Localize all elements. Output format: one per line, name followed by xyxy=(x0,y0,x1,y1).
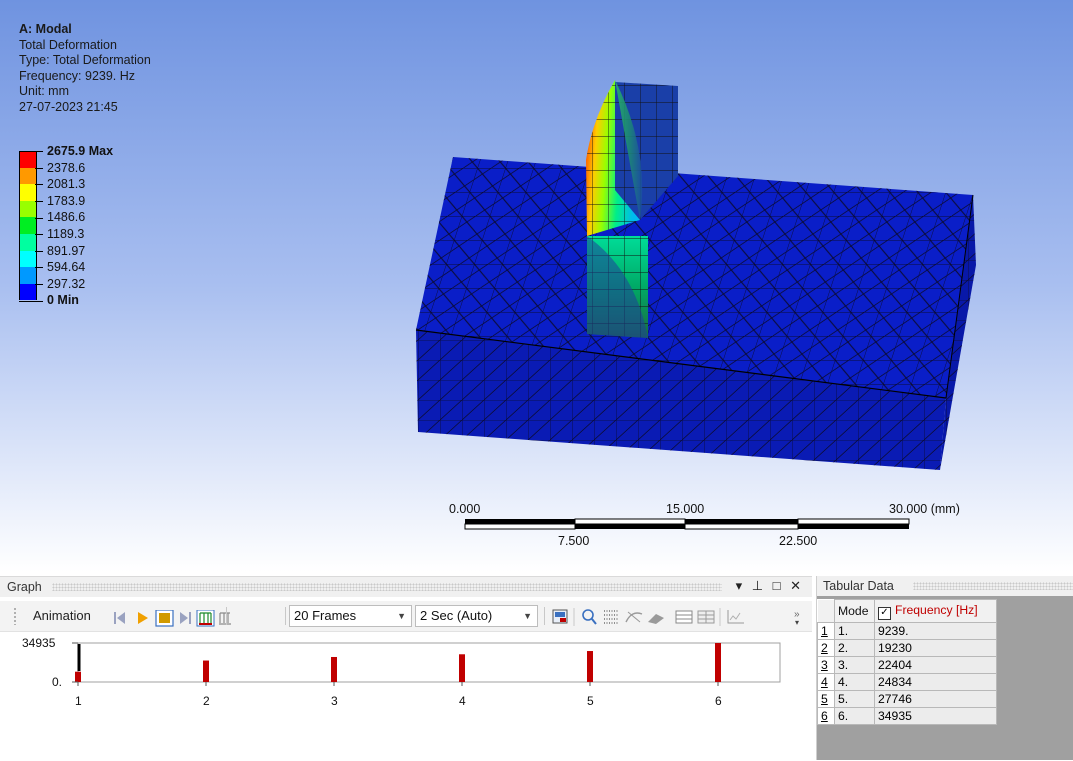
mode-cell[interactable]: 2. xyxy=(834,639,875,657)
panel-window-controls[interactable]: ▾ ⊥ □ ✕ xyxy=(736,578,804,594)
y-tick-label-max: 34935 xyxy=(22,636,56,650)
row-index[interactable]: 2 xyxy=(817,639,835,657)
chart-bar[interactable] xyxy=(331,656,337,682)
distributed-frames-icon[interactable] xyxy=(196,610,215,627)
table-row[interactable]: 4 4. 24834 xyxy=(817,673,997,691)
graph-panel: Graph ▾ ⊥ □ ✕ Animation 20 Frames ▼ 2 Se… xyxy=(0,576,812,761)
zoom-icon[interactable] xyxy=(582,609,597,625)
graphics-viewport[interactable]: A: Modal Total Deformation Type: Total D… xyxy=(0,0,1073,572)
scale-label-30: 30.000 (mm) xyxy=(889,502,960,516)
tabular-panel-title: Tabular Data xyxy=(823,579,898,593)
scale-ruler: 0.000 15.000 30.000 (mm) 7.500 22.500 xyxy=(449,502,960,548)
tabular-data-panel: Tabular Data Mode ✓ Frequency [Hz] 1 1. 923… xyxy=(816,576,1073,760)
scale-label-22-5: 22.500 xyxy=(779,534,817,548)
curve-probe-icon[interactable] xyxy=(625,611,643,623)
chart-bar[interactable] xyxy=(587,651,593,682)
frequency-cell[interactable]: 24834 xyxy=(874,673,997,691)
chevron-down-icon: ▼ xyxy=(397,611,406,621)
column-header-mode[interactable]: Mode xyxy=(834,599,875,623)
stop-icon[interactable] xyxy=(155,610,174,627)
frequency-cell[interactable]: 34935 xyxy=(874,707,997,725)
frequency-cell[interactable]: 19230 xyxy=(874,639,997,657)
y-tick-label-min: 0. xyxy=(52,675,62,689)
animation-controls xyxy=(114,610,231,627)
mode-cell[interactable]: 6. xyxy=(834,707,875,725)
column-header-frequency[interactable]: ✓ Frequency [Hz] xyxy=(874,599,997,623)
chart-bar[interactable] xyxy=(203,660,209,682)
animation-toolbar: Animation 20 Frames ▼ 2 Sec (Auto) ▼ » ▾ xyxy=(0,601,812,632)
chart-bar[interactable] xyxy=(715,643,721,682)
x-tick-label: 4 xyxy=(459,694,466,708)
plot-options-icon[interactable] xyxy=(727,610,744,624)
frames-dropdown[interactable]: 20 Frames ▼ xyxy=(289,605,412,627)
plot-area[interactable] xyxy=(77,642,781,683)
row-index[interactable]: 4 xyxy=(817,673,835,691)
table-row[interactable]: 1 1. 9239. xyxy=(817,622,997,640)
tabular-panel-title-bar[interactable]: Tabular Data xyxy=(817,576,1073,596)
row-index[interactable]: 1 xyxy=(817,622,835,640)
mode-cell[interactable]: 1. xyxy=(834,622,875,640)
animation-label: Animation xyxy=(33,608,91,623)
x-tick-label: 5 xyxy=(587,694,594,708)
frames-value: 20 Frames xyxy=(294,608,357,623)
x-tick-label: 3 xyxy=(331,694,338,708)
table-header-row: Mode ✓ Frequency [Hz] xyxy=(817,599,997,623)
scale-label-15: 15.000 xyxy=(666,502,704,516)
duration-dropdown[interactable]: 2 Sec (Auto) ▼ xyxy=(415,605,538,627)
play-icon[interactable] xyxy=(138,612,148,624)
table-row[interactable]: 3 3. 22404 xyxy=(817,656,997,674)
toolbar-overflow-icon[interactable]: »▾ xyxy=(794,609,800,627)
graph-tools: »▾ xyxy=(552,608,800,627)
dotted-grid-icon[interactable] xyxy=(604,610,618,624)
table-row[interactable]: 5 5. 27746 xyxy=(817,690,997,708)
table-row[interactable]: 6 6. 34935 xyxy=(817,707,997,725)
mode-cell[interactable]: 4. xyxy=(834,673,875,691)
table-icon[interactable] xyxy=(675,610,693,624)
table-row[interactable]: 2 2. 19230 xyxy=(817,639,997,657)
frequency-table: Mode ✓ Frequency [Hz] 1 1. 9239. 2 2. 19230 3 3.… xyxy=(817,599,997,725)
first-frame-icon[interactable] xyxy=(114,612,125,624)
mode-cell[interactable]: 5. xyxy=(834,690,875,708)
frequency-cell[interactable]: 22404 xyxy=(874,656,997,674)
frequency-bar-chart[interactable]: 1 2 3 4 5 6 1. 34935 0. xyxy=(0,635,812,761)
x-tick-label: 1 xyxy=(75,694,82,708)
shader-icon[interactable] xyxy=(648,614,664,624)
scale-label-7-5: 7.500 xyxy=(558,534,589,548)
last-frame-icon[interactable] xyxy=(180,612,191,624)
graph-panel-title: Graph xyxy=(7,580,46,594)
current-mode-label: 1. xyxy=(76,635,86,637)
toolbar-grip[interactable] xyxy=(13,607,17,625)
chevron-down-icon: ▼ xyxy=(523,611,532,621)
scale-label-0: 0.000 xyxy=(449,502,480,516)
mode-cell[interactable]: 3. xyxy=(834,656,875,674)
chart-bar[interactable] xyxy=(459,654,465,682)
frequency-cell[interactable]: 27746 xyxy=(874,690,997,708)
table-alt-icon[interactable] xyxy=(697,610,715,624)
frequency-cell[interactable]: 9239. xyxy=(874,622,997,640)
x-tick-label: 6 xyxy=(715,694,722,708)
x-tick-label: 2 xyxy=(203,694,210,708)
row-index[interactable]: 5 xyxy=(817,690,835,708)
graph-panel-title-bar[interactable]: Graph ▾ ⊥ □ ✕ xyxy=(0,577,812,597)
row-index[interactable]: 6 xyxy=(817,707,835,725)
duration-value: 2 Sec (Auto) xyxy=(420,608,493,623)
chart-bar[interactable] xyxy=(75,671,81,682)
svg-text:▾: ▾ xyxy=(795,618,799,627)
checkbox-checked-icon[interactable]: ✓ xyxy=(878,606,891,620)
export-video-icon[interactable] xyxy=(552,609,568,624)
row-index[interactable]: 3 xyxy=(817,656,835,674)
result-sets-icon[interactable] xyxy=(219,612,231,625)
